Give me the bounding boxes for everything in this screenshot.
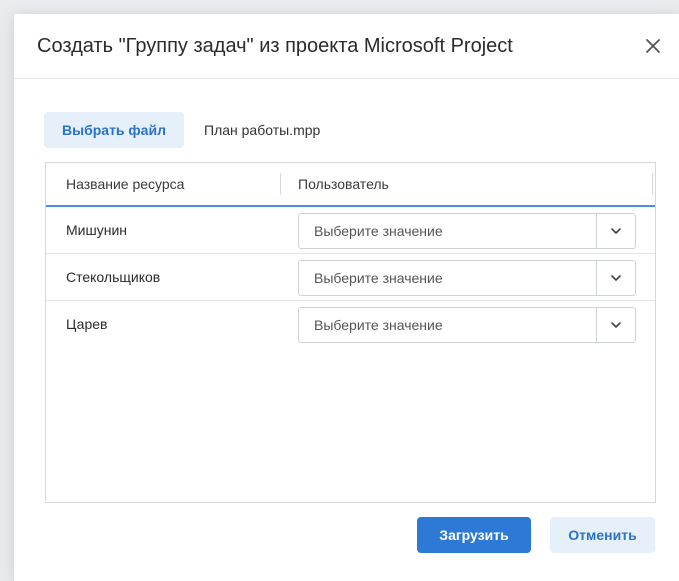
resource-grid: Название ресурса Пользователь Мишунин Вы… (45, 162, 656, 503)
column-divider (280, 173, 281, 195)
dialog-header: Создать "Группу задач" из проекта Micros… (14, 14, 679, 79)
user-select[interactable]: Выберите значение (298, 307, 636, 343)
select-placeholder: Выберите значение (314, 270, 443, 286)
resource-name: Царев (66, 316, 108, 332)
chevron-down-icon[interactable] (610, 225, 622, 237)
choose-file-button[interactable]: Выбрать файл (44, 112, 184, 148)
table-row: Мишунин Выберите значение (46, 207, 655, 253)
grid-header: Название ресурса Пользователь (46, 163, 655, 207)
column-divider (652, 173, 653, 195)
chevron-down-icon[interactable] (610, 319, 622, 331)
select-placeholder: Выберите значение (314, 317, 443, 333)
column-header-user: Пользователь (298, 176, 389, 192)
user-select[interactable]: Выберите значение (298, 213, 636, 249)
cancel-button[interactable]: Отменить (550, 517, 655, 553)
user-select[interactable]: Выберите значение (298, 260, 636, 296)
close-icon (646, 39, 660, 53)
import-dialog: Создать "Группу задач" из проекта Micros… (14, 14, 679, 581)
column-header-resource: Название ресурса (66, 176, 185, 192)
select-divider (596, 214, 597, 248)
dialog-title: Создать "Группу задач" из проекта Micros… (37, 35, 513, 57)
resource-name: Мишунин (66, 222, 127, 238)
table-row: Стекольщиков Выберите значение (46, 254, 655, 300)
chevron-down-icon[interactable] (610, 272, 622, 284)
table-row: Царев Выберите значение (46, 301, 655, 347)
file-name: План работы.mpp (204, 122, 321, 138)
close-button[interactable] (643, 36, 663, 56)
select-divider (596, 261, 597, 295)
resource-name: Стекольщиков (66, 269, 161, 285)
upload-button[interactable]: Загрузить (417, 517, 531, 553)
select-divider (596, 308, 597, 342)
select-placeholder: Выберите значение (314, 223, 443, 239)
